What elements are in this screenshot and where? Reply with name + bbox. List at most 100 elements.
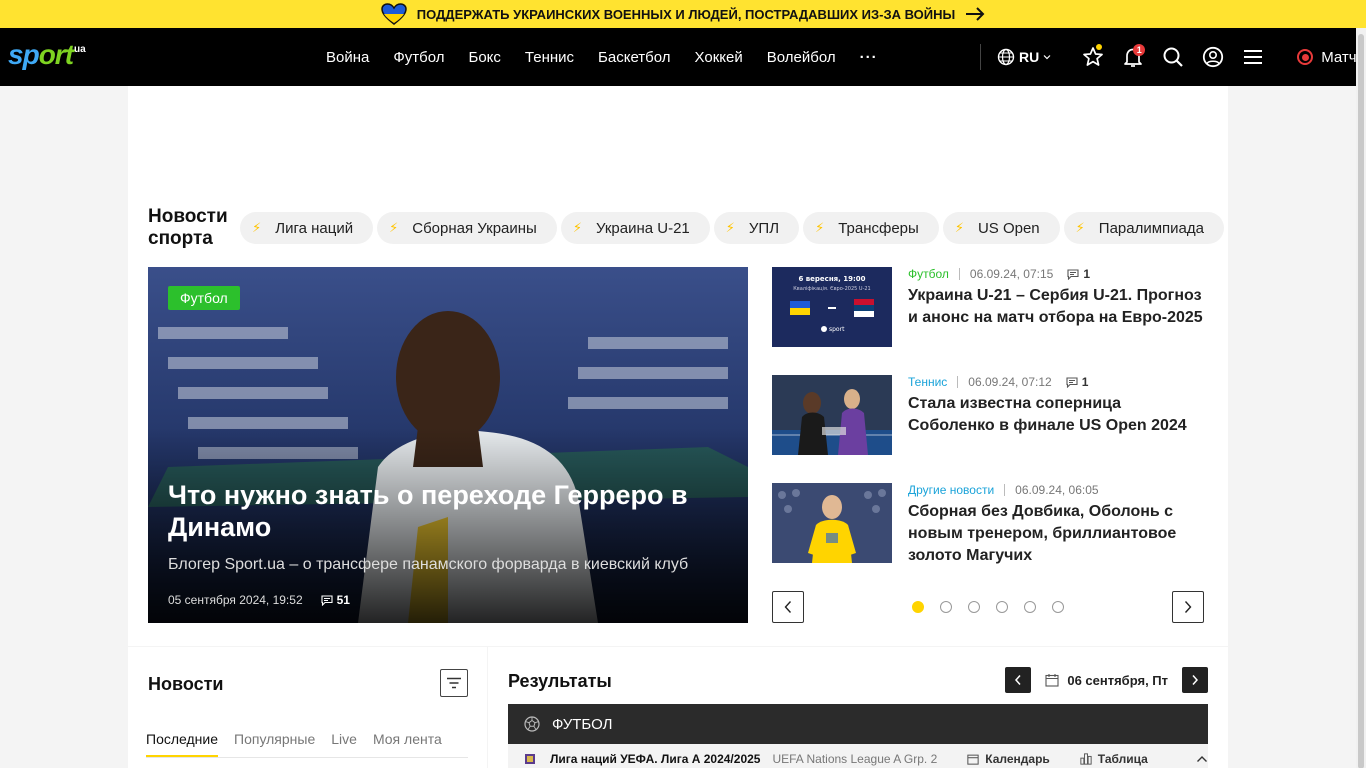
date-next-button[interactable]	[1182, 667, 1208, 693]
side-news-date: 06.09.24, 06:05	[1015, 483, 1099, 497]
slider-dot[interactable]	[1024, 601, 1036, 613]
league-table-link[interactable]: Таблица	[1080, 752, 1148, 766]
chip-ukraine-team[interactable]: ⚡ Сборная Украины	[377, 212, 557, 244]
logo-part-ort: ort	[38, 39, 74, 70]
matches-button[interactable]: Матчи	[1297, 49, 1365, 66]
chip-label: Украина U-21	[595, 219, 690, 237]
side-news-item[interactable]: Другие новости 06.09.24, 06:05 Сборная б…	[772, 483, 1208, 564]
side-news-comments[interactable]: 1	[1066, 375, 1088, 389]
page-scrollbar[interactable]	[1356, 28, 1366, 768]
news-panel: Новости Последние Популярные Live Моя ле…	[128, 647, 487, 768]
chevron-right-icon	[1184, 601, 1192, 613]
results-panel: Результаты 06 сентября, Пт ФУТБОЛ Лига н…	[488, 647, 1228, 768]
hero-title[interactable]: Что нужно знать о переходе Герреро в Дин…	[168, 479, 728, 543]
lightning-icon: ⚡	[815, 220, 825, 235]
league-subtitle: UEFA Nations League A Grp. 2	[772, 752, 938, 766]
slider-prev-button[interactable]	[772, 591, 804, 623]
hero-category-tag[interactable]: Футбол	[168, 286, 240, 310]
lightning-icon: ⚡	[725, 220, 735, 235]
side-news-item[interactable]: 6 вересня, 19:00 Кваліфікація. Євро-2025…	[772, 267, 1208, 347]
menu-button[interactable]	[1233, 37, 1273, 77]
news-filter-button[interactable]	[440, 669, 468, 697]
sports-news-title: Новости спорта	[148, 206, 228, 249]
chip-upl[interactable]: ⚡ УПЛ	[713, 212, 800, 244]
slider-next-button[interactable]	[1172, 591, 1204, 623]
search-button[interactable]	[1153, 37, 1193, 77]
league-row[interactable]: Лига наций УЕФА. Лига А 2024/2025 UEFA N…	[508, 744, 1208, 768]
chevron-left-icon	[784, 601, 792, 613]
slider-dot[interactable]	[968, 601, 980, 613]
slider-dot[interactable]	[912, 601, 924, 613]
tab-my-feed[interactable]: Моя лента	[373, 731, 442, 758]
logo-part-ua: ua	[74, 44, 86, 55]
thumb-brand-text: sport	[829, 326, 845, 333]
side-news-title[interactable]: Стала известна соперница Соболенко в фин…	[908, 393, 1208, 437]
lightning-icon: ⚡	[954, 220, 964, 235]
site-logo[interactable]: sp ort ua	[8, 40, 86, 74]
main-nav: Война Футбол Бокс Теннис Баскетбол Хокке…	[326, 28, 878, 86]
nav-item-volleyball[interactable]: Волейбол	[767, 49, 836, 66]
nav-item-boxing[interactable]: Бокс	[469, 49, 501, 66]
profile-button[interactable]	[1193, 37, 1233, 77]
tab-popular[interactable]: Популярные	[234, 731, 315, 758]
chip-transfers[interactable]: ⚡ Трансферы	[803, 212, 939, 244]
slider-dot[interactable]	[1052, 601, 1064, 613]
language-selector[interactable]: RU	[997, 48, 1051, 66]
tab-latest[interactable]: Последние	[146, 731, 219, 758]
slider-dot[interactable]	[940, 601, 952, 613]
date-picker[interactable]: 06 сентября, Пт	[1045, 673, 1168, 688]
chip-us-open[interactable]: ⚡ US Open	[942, 212, 1060, 244]
nav-item-football[interactable]: Футбол	[393, 49, 444, 66]
logo-part-sp: sp	[8, 39, 40, 70]
chip-label: Паралимпиада	[1098, 219, 1204, 237]
chip-label: Трансферы	[838, 219, 919, 237]
tab-live[interactable]: Live	[331, 731, 357, 758]
nav-item-tennis[interactable]: Теннис	[525, 49, 574, 66]
nav-item-hockey[interactable]: Хоккей	[695, 49, 743, 66]
sports-news-bar: Новости спорта ⚡ Лига наций ⚡ Сборная Укра…	[148, 206, 1228, 250]
nav-item-war[interactable]: Война	[326, 49, 369, 66]
favorites-button[interactable]	[1073, 37, 1113, 77]
side-news-title[interactable]: Украина U-21 – Сербия U-21. Прогноз и ан…	[908, 285, 1208, 329]
chevron-up-icon	[1196, 756, 1207, 762]
chip-paralympics[interactable]: ⚡ Паралимпиада	[1063, 212, 1224, 244]
league-name[interactable]: Лига наций УЕФА. Лига А 2024/2025	[550, 752, 760, 766]
hero-subtitle: Блогер Sport.ua – о трансфере панамского…	[168, 556, 689, 573]
chip-nations-league[interactable]: ⚡ Лига наций	[240, 212, 374, 244]
side-news-category[interactable]: Другие новости	[908, 483, 994, 497]
sport-name: ФУТБОЛ	[552, 715, 613, 733]
banner-text: ПОДДЕРЖАТЬ УКРАИНСКИХ ВОЕННЫХ И ЛЮДЕЙ, П…	[416, 6, 956, 22]
lightning-icon: ⚡	[1075, 220, 1085, 235]
side-news-comments[interactable]: 1	[1067, 267, 1090, 281]
league-calendar-link[interactable]: Календарь	[967, 752, 1050, 766]
heart-icon	[381, 3, 407, 25]
news-tabs: Последние Популярные Live Моя лента	[146, 731, 442, 758]
lightning-icon: ⚡	[389, 220, 399, 235]
collapse-button[interactable]	[1196, 752, 1208, 766]
sport-section-header[interactable]: ФУТБОЛ	[508, 704, 1208, 744]
lightning-icon: ⚡	[572, 220, 582, 235]
calendar-icon	[967, 754, 979, 765]
side-news-category[interactable]: Теннис	[908, 375, 947, 389]
side-news-title[interactable]: Сборная без Довбика, Оболонь с новым тре…	[908, 501, 1208, 567]
calendar-icon	[1045, 674, 1059, 687]
chip-label: Сборная Украины	[412, 219, 537, 237]
scrollbar-thumb[interactable]	[1358, 34, 1364, 768]
slider-dot[interactable]	[996, 601, 1008, 613]
nav-item-basketball[interactable]: Баскетбол	[598, 49, 671, 66]
thumb-date-text: 6 вересня, 19:00	[798, 275, 865, 283]
notifications-button[interactable]: 1	[1113, 37, 1153, 77]
comment-icon	[1067, 268, 1079, 280]
side-news-item[interactable]: Теннис 06.09.24, 07:12 1 Стала известна …	[772, 375, 1208, 455]
selected-date: 06 сентября, Пт	[1067, 672, 1168, 688]
date-prev-button[interactable]	[1005, 667, 1032, 693]
side-news-category[interactable]: Футбол	[908, 267, 949, 281]
chip-label: Лига наций	[275, 219, 354, 237]
nav-more-button[interactable]: ···	[860, 49, 878, 66]
football-icon	[524, 716, 540, 732]
support-banner[interactable]: ПОДДЕРЖАТЬ УКРАИНСКИХ ВОЕННЫХ И ЛЮДЕЙ, П…	[0, 0, 1366, 28]
hero-article[interactable]: Футбол Что нужно знать о переходе Геррер…	[148, 267, 748, 623]
hero-comments[interactable]: 51	[321, 593, 350, 607]
comment-icon	[1066, 376, 1078, 388]
chip-ukraine-u21[interactable]: ⚡ Украина U-21	[560, 212, 710, 244]
